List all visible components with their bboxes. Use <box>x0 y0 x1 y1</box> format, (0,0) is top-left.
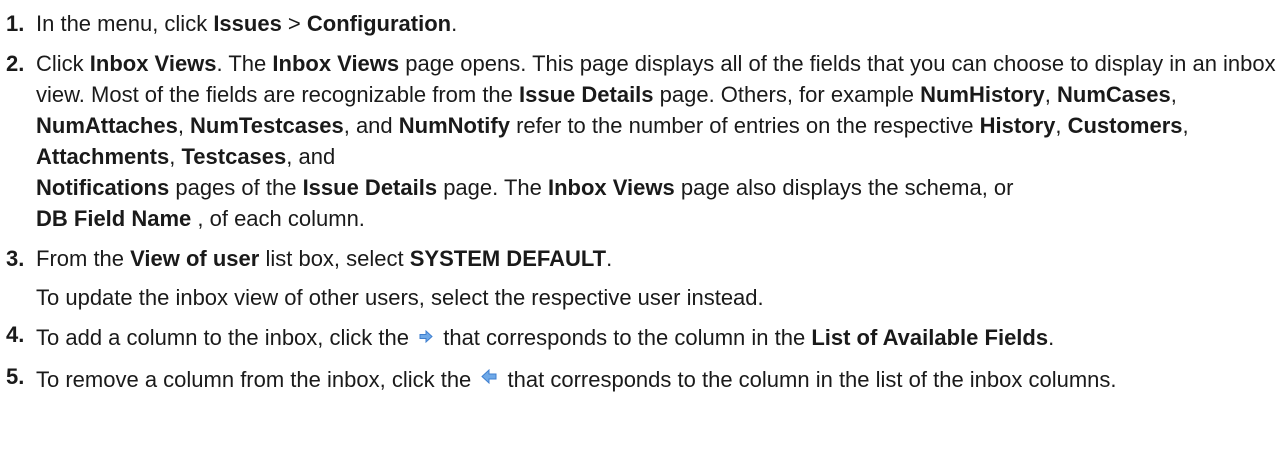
menu-issues: Issues <box>213 11 282 36</box>
arrow-left-icon <box>481 361 497 392</box>
text-run: refer to the number of entries on the re… <box>509 113 980 138</box>
step-number: 1. <box>6 11 25 36</box>
step-number: 5. <box>6 363 25 389</box>
step-3: 3. From the View of user list box, selec… <box>6 243 1276 313</box>
text-run: that corresponds to the column in the <box>437 325 812 350</box>
text-run: page. The <box>437 175 548 200</box>
step-number: 2. <box>6 51 25 76</box>
term-attachments: Attachments <box>36 144 170 169</box>
text-run: , <box>177 113 191 138</box>
step-text: To remove a column from the inbox, click… <box>36 364 1276 397</box>
text-run: , <box>1182 113 1189 138</box>
menu-configuration: Configuration <box>306 11 452 36</box>
step-text: From the View of user list box, select S… <box>36 243 1276 313</box>
text-run: From the <box>36 246 131 271</box>
term-list-of-available-fields: List of Available Fields <box>811 325 1049 350</box>
text-run: that corresponds to the column in the li… <box>501 366 1117 392</box>
term-inbox-views: Inbox Views <box>547 175 675 200</box>
step-1: 1. In the menu, click Issues > Configura… <box>6 8 1276 39</box>
text-run: , and <box>343 113 399 138</box>
text-run: . <box>451 11 458 36</box>
term-history: History <box>979 113 1056 138</box>
text-run: To remove a column from the inbox, click… <box>36 366 478 392</box>
step-text: In the menu, click Issues > Configuratio… <box>36 8 1276 39</box>
text-run: , <box>169 144 182 169</box>
term-view-of-user: View of user <box>130 246 260 271</box>
term-db-field-name: DB Field Name <box>36 206 192 231</box>
procedure-steps: 1. In the menu, click Issues > Configura… <box>0 0 1276 396</box>
text-run: . <box>1048 325 1055 350</box>
step-text: Click Inbox Views. The Inbox Views page … <box>36 48 1276 234</box>
text-run: , of each column. <box>191 206 365 231</box>
term-issue-details: Issue Details <box>519 82 654 107</box>
step-2: 2. Click Inbox Views. The Inbox Views pa… <box>6 48 1276 234</box>
text-run: pages of the <box>169 175 303 200</box>
term-inbox-views: Inbox Views <box>272 51 400 76</box>
text-run: To add a column to the inbox, click the <box>36 325 416 350</box>
text-run: , <box>1055 113 1068 138</box>
text-run: page. Others, for example <box>653 82 921 107</box>
text-run: , <box>1044 82 1058 107</box>
term-issue-details: Issue Details <box>302 175 438 200</box>
term-numattaches: NumAttaches <box>36 113 178 138</box>
step-number: 3. <box>6 246 25 271</box>
step-5: 5. To remove a column from the inbox, cl… <box>6 364 1276 397</box>
arrow-right-icon <box>419 320 433 351</box>
text-run: page also displays the schema, or <box>674 175 1014 200</box>
text-run: . The <box>216 51 273 76</box>
step-number: 4. <box>6 322 25 347</box>
text-run: > <box>281 11 307 36</box>
term-numcases: NumCases <box>1057 82 1171 107</box>
term-customers: Customers <box>1067 113 1183 138</box>
step-note: To update the inbox view of other users,… <box>36 285 764 310</box>
text-run: list box, select <box>259 246 410 271</box>
term-system-default: SYSTEM DEFAULT <box>409 246 607 271</box>
term-inbox-views: Inbox Views <box>89 51 217 76</box>
term-numhistory: NumHistory <box>920 82 1045 107</box>
text-run: , <box>1170 82 1177 107</box>
term-testcases: Testcases <box>181 144 287 169</box>
text-run: Click <box>36 51 90 76</box>
term-notifications: Notifications <box>36 175 170 200</box>
text-run: , and <box>286 144 336 169</box>
text-run: . <box>606 246 613 271</box>
text-run: In the menu, click <box>36 11 214 36</box>
term-numtestcases: NumTestcases <box>190 113 344 138</box>
step-text: To add a column to the inbox, click the … <box>36 322 1276 355</box>
step-main-text: From the View of user list box, select S… <box>36 243 1276 274</box>
step-4: 4. To add a column to the inbox, click t… <box>6 322 1276 355</box>
term-numnotify: NumNotify <box>398 113 510 138</box>
